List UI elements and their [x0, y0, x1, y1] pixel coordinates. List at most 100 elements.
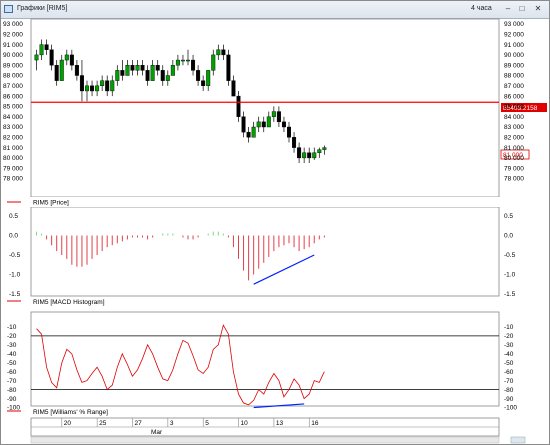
candle-down [196, 70, 201, 81]
price-legend-strip [1, 197, 549, 207]
candle-up [266, 116, 271, 128]
price-axis-right-tick: 88 000 [504, 73, 524, 80]
williams-legend: RIM5 [Williams' % Range] [33, 409, 108, 416]
chart-area[interactable]: RIM5 [Price] RIM5 [MACD Histogram] RIM5 … [1, 1, 549, 444]
candle-down [221, 49, 226, 56]
price-axis-left-tick: 81 000 [3, 145, 23, 152]
candle-down [246, 131, 251, 138]
candle-down [105, 80, 110, 92]
candle-up [100, 80, 105, 87]
horizontal-scrollbar[interactable] [30, 436, 500, 444]
candle-up [256, 121, 261, 128]
price-axis-right-tick: 87 000 [504, 83, 524, 90]
williams-axis-left-tick: -70 [7, 378, 17, 385]
price-axis-right-tick: 89 000 [504, 62, 524, 69]
macd-legend: RIM5 [MACD Histogram] [33, 299, 105, 306]
macd-axis-left-tick: -0.5 [9, 252, 21, 259]
price-axis-left-tick: 79 000 [3, 165, 23, 172]
candle-down [241, 116, 246, 133]
candle-up [34, 54, 39, 61]
price-axis-right-tick: 78 000 [504, 176, 524, 183]
candle-up [135, 64, 140, 71]
month-label: Mar [151, 429, 163, 436]
candle-up [84, 85, 89, 92]
price-axis-left-tick: 90 000 [3, 52, 23, 59]
candle-up [110, 80, 115, 92]
time-axis-day-label: 10 [241, 420, 249, 427]
williams-axis-left-tick: -20 [7, 333, 17, 340]
time-axis-day-label: 16 [311, 420, 319, 427]
candle-down [287, 126, 292, 138]
williams-axis-left-tick: -50 [7, 360, 17, 367]
candle-down [49, 49, 54, 66]
price-axis-left-tick: 93 000 [3, 21, 23, 28]
candle-up [185, 59, 190, 62]
candle-up [165, 75, 170, 81]
williams-axis-left-tick: -40 [7, 351, 17, 358]
candle-down [236, 95, 241, 117]
candle-down [261, 121, 266, 128]
williams-axis-left-tick: -90 [7, 396, 17, 403]
williams-axis-right-tick: -10 [504, 324, 514, 331]
price-axis-left-tick: 89 000 [3, 62, 23, 69]
price-axis-left-tick: 82 000 [3, 135, 23, 142]
candle-down [201, 80, 206, 87]
candle-up [125, 64, 130, 76]
candle-down [69, 54, 74, 66]
price-axis-right-tick: 81 000 [504, 145, 524, 152]
price-panel[interactable] [30, 18, 500, 198]
candle-down [160, 70, 165, 81]
williams-axis-left-tick: -10 [7, 324, 17, 331]
macd-axis-left-tick: -1.5 [9, 291, 21, 298]
macd-axis-left-tick: 0.0 [9, 233, 18, 240]
macd-axis-left-tick: -1.0 [9, 272, 21, 279]
time-axis-day-label: 3 [170, 420, 174, 427]
candle-down [44, 44, 49, 50]
macd-panel[interactable] [30, 206, 500, 297]
price-axis-left-tick: 80 000 [3, 155, 23, 162]
price-axis-right-tick: 93 000 [504, 21, 524, 28]
candle-up [150, 64, 155, 81]
price-axis-left-tick: 78 000 [3, 176, 23, 183]
candle-up [322, 147, 327, 150]
williams-axis-right-tick: -60 [504, 369, 514, 376]
price-legend: RIM5 [Price] [33, 200, 69, 207]
williams-axis-right-tick: -20 [504, 333, 514, 340]
candle-up [115, 70, 120, 81]
candle-down [191, 59, 196, 71]
williams-axis-left-tick: -60 [7, 369, 17, 376]
candle-down [120, 70, 125, 76]
price-axis-left-tick: 86 000 [3, 93, 23, 100]
williams-axis-left-tick: -80 [7, 387, 17, 394]
price-axis-left-tick: 85 000 [3, 104, 23, 111]
candle-up [175, 59, 180, 66]
price-axis-right-tick: 92 000 [504, 32, 524, 39]
candle-down [54, 64, 59, 81]
williams-axis-right-tick: -80 [504, 387, 514, 394]
candle-down [145, 70, 150, 81]
candle-up [180, 59, 185, 62]
candle-down [276, 111, 281, 123]
price-axis-right-tick: 79 000 [504, 165, 524, 172]
candle-down [307, 152, 312, 159]
price-axis-right-tick: 80 000 [504, 155, 524, 162]
candle-down [90, 85, 95, 92]
price-axis-right-tick: 85 000 [504, 104, 524, 111]
price-axis-left-tick: 84 000 [3, 114, 23, 121]
candle-down [226, 54, 231, 81]
candle-up [317, 149, 322, 153]
candle-up [211, 54, 216, 71]
candle-down [281, 121, 286, 128]
scroll-right-button[interactable] [510, 436, 526, 444]
candle-down [231, 80, 236, 97]
williams-axis-right-tick: -90 [504, 396, 514, 403]
candle-down [292, 137, 297, 148]
williams-axis-left-tick: -30 [7, 342, 17, 349]
williams-axis-right-tick: -30 [504, 342, 514, 349]
chart-window: Графики [RIM5] 4 часа – □ ✕ RIM5 [Price]… [0, 0, 550, 445]
macd-axis-right-tick: 0.0 [504, 233, 513, 240]
price-axis-right-tick: 83 000 [504, 124, 524, 131]
price-axis-left-tick: 92 000 [3, 32, 23, 39]
candle-down [79, 75, 84, 92]
macd-axis-right-tick: -1.5 [504, 291, 516, 298]
